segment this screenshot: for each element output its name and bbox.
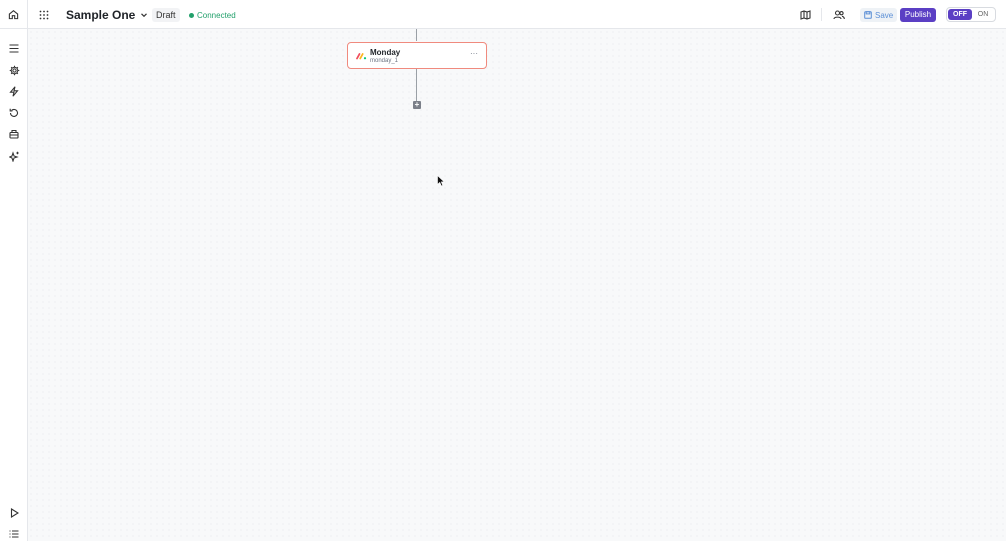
- list-icon: [9, 530, 19, 538]
- connector-line: [416, 29, 417, 41]
- workflow-title-dropdown[interactable]: Sample One: [66, 7, 148, 23]
- status-dot-icon: [189, 12, 194, 18]
- divider: [821, 8, 822, 21]
- top-bar: Sample One Draft Connected Save Publish …: [0, 0, 1006, 29]
- menu-icon: [9, 43, 19, 53]
- connector-line: [416, 69, 417, 101]
- toggle-off-option[interactable]: OFF: [948, 9, 972, 20]
- publish-button[interactable]: Publish: [900, 8, 936, 22]
- save-icon: [864, 11, 872, 19]
- sparkle-icon: [8, 150, 19, 162]
- map-icon: [799, 10, 811, 20]
- left-sidebar: [0, 29, 28, 541]
- connection-status-label: Connected: [197, 10, 236, 20]
- mouse-cursor-icon: [437, 175, 445, 187]
- workflow-step-node[interactable]: Monday monday_1 ···: [347, 42, 487, 69]
- monday-logo-icon: [356, 53, 367, 60]
- save-button-label: Save: [875, 10, 894, 20]
- apps-grid-button[interactable]: [36, 7, 52, 23]
- triggers-button[interactable]: [7, 84, 21, 98]
- workflow-canvas[interactable]: [28, 29, 1006, 541]
- map-button[interactable]: [797, 7, 813, 23]
- storage-button[interactable]: [7, 127, 21, 141]
- logs-button[interactable]: [7, 527, 21, 541]
- toggle-on-option[interactable]: ON: [972, 9, 994, 20]
- menu-button[interactable]: [7, 41, 21, 55]
- apps-grid-icon: [39, 10, 49, 20]
- history-icon: [9, 108, 18, 117]
- add-step-button[interactable]: +: [413, 101, 421, 109]
- settings-button[interactable]: [7, 63, 21, 77]
- bucket-icon: [9, 129, 19, 139]
- run-button[interactable]: [7, 506, 21, 520]
- history-button[interactable]: [7, 106, 21, 120]
- connection-status: Connected: [189, 9, 236, 21]
- play-icon: [10, 508, 19, 518]
- chevron-down-icon: [141, 13, 148, 18]
- workflow-active-toggle[interactable]: OFF ON: [946, 7, 996, 22]
- home-button[interactable]: [0, 0, 28, 29]
- settings-icon: [9, 65, 19, 75]
- save-button[interactable]: Save: [860, 8, 898, 22]
- users-icon: [833, 10, 845, 20]
- node-title: Monday: [370, 48, 401, 57]
- home-icon: [8, 9, 19, 20]
- ai-button[interactable]: [7, 149, 21, 163]
- status-badge: Draft: [152, 8, 180, 22]
- node-subtitle: monday_1: [370, 58, 399, 64]
- more-options-icon[interactable]: ···: [470, 49, 478, 58]
- lightning-icon: [9, 85, 19, 97]
- workflow-title: Sample One: [66, 8, 136, 22]
- collaborators-button[interactable]: [830, 7, 848, 23]
